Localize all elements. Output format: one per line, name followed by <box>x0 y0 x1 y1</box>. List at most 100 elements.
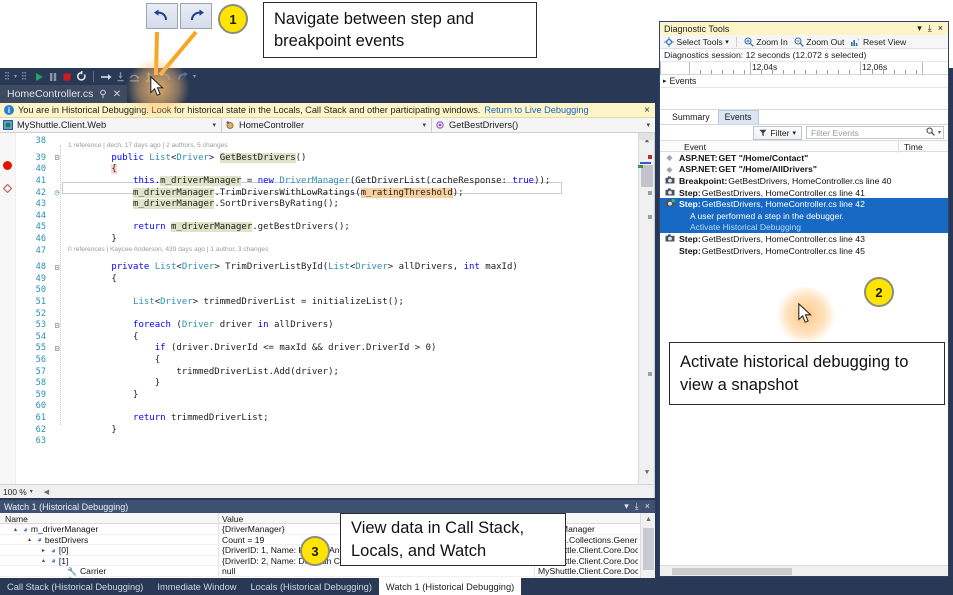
diagnostics-session-text: Diagnostics session: 12 seconds (12.072 … <box>660 49 948 62</box>
code-editor[interactable]: 1 reference | dech, 17 days ago | 2 auth… <box>0 133 655 484</box>
type-dropdown[interactable]: HomeController ▾ <box>222 118 432 132</box>
event-row-6-activate-link[interactable]: Activate Historical Debugging <box>660 221 948 234</box>
diagnostic-toolbar: Select Tools ▾ Zoom In Zoom Out ? Reset … <box>660 35 948 49</box>
watch-value[interactable]: Count = 19 <box>222 535 264 545</box>
event-row-3[interactable]: Step: GetBestDrivers, HomeController.cs … <box>660 187 948 199</box>
code-text: if (driver.DriverId <= maxId && driver.D… <box>154 343 437 354</box>
select-tools-chevron-down-icon: ▾ <box>725 38 729 46</box>
outline-collapse-icon-4[interactable]: ⊟ <box>52 344 62 353</box>
project-dropdown[interactable]: MyShuttle.Client.Web ▾ <box>0 118 222 132</box>
scrollbar-thumb[interactable] <box>641 165 653 187</box>
callout-1-label: Navigate between step and breakpoint eve… <box>274 9 474 50</box>
diag-toolbar-separator <box>735 36 737 47</box>
watch-pin-icon[interactable]: ⤓ <box>635 501 639 512</box>
diagnostics-hscroll-thumb[interactable] <box>672 568 792 575</box>
watch-scrollbar-thumb[interactable] <box>643 528 654 570</box>
outline-collapse-icon[interactable]: ⊟ <box>52 153 62 162</box>
diag-close-icon[interactable]: × <box>938 23 943 34</box>
step-into-button[interactable] <box>98 69 114 84</box>
close-icon[interactable]: ✕ <box>113 89 121 100</box>
events-track-chevron-right-icon[interactable]: ▸ <box>663 77 667 85</box>
watch-name: [0] <box>58 545 69 556</box>
diag-dropdown-icon[interactable]: ▾ <box>917 23 922 34</box>
event-row-0[interactable]: ◆ ASP.NET: GET "/Home/Contact" <box>660 152 948 164</box>
mouse-cursor-1 <box>150 76 164 96</box>
diagnostics-horizontal-scrollbar[interactable] <box>660 565 948 576</box>
filter-events-input[interactable]: Filter Events ▾ <box>806 126 944 139</box>
stop-debugging-button[interactable] <box>60 69 74 84</box>
select-tools-button[interactable]: Select Tools ▾ <box>664 37 729 47</box>
event-row-4-selected[interactable]: Step: GetBestDrivers, HomeController.cs … <box>660 198 948 210</box>
infobar-close-icon[interactable]: × <box>644 105 650 116</box>
event-bold-label: ASP.NET: <box>679 164 718 175</box>
project-dropdown-label: MyShuttle.Client.Web <box>17 120 107 130</box>
tab-watch-1[interactable]: Watch 1 (Historical Debugging) <box>378 578 522 595</box>
screenshot-root: 1 Navigate between step and breakpoint e… <box>0 0 953 595</box>
event-row-7[interactable]: Step: GetBestDrivers, HomeController.cs … <box>660 233 948 245</box>
watch-row-name-cell: ▸ ◕ [0] <box>42 545 68 555</box>
watch-value[interactable]: {DriverManager} <box>222 524 285 534</box>
event-row-1[interactable]: ◆ ASP.NET: GET "/Home/AllDrivers" <box>660 164 948 176</box>
expander-icon[interactable]: ▴ <box>14 526 20 533</box>
tab-events[interactable]: Events <box>717 110 759 124</box>
breakpoint-icon[interactable] <box>3 161 12 170</box>
event-row-2[interactable]: Breakpoint: GetBestDrivers, HomeControll… <box>660 175 948 187</box>
ruler-tick <box>827 70 828 74</box>
scrollbar-down-arrow[interactable]: ▼ <box>639 465 654 478</box>
expander-icon[interactable]: ▴ <box>42 557 48 564</box>
watch-row-4[interactable]: 🔧 Carrier null MyShuttle.Client.Core.Doc… <box>0 566 640 577</box>
watch-scroll-up-arrow[interactable]: ▲ <box>641 513 656 526</box>
watch-value[interactable]: null <box>222 566 235 576</box>
filter-dropdown-chevron-icon[interactable]: ▾ <box>938 129 943 136</box>
tab-locals[interactable]: Locals (Historical Debugging) <box>243 578 378 595</box>
diagnostics-events-track[interactable]: ▸ Events <box>660 75 948 88</box>
diagnostic-tools-title: Diagnostic Tools <box>664 23 730 34</box>
tab-summary[interactable]: Summary <box>666 111 716 124</box>
codelens-line-48[interactable]: 0 references | Kaycee Anderson, 439 days… <box>68 246 268 253</box>
continue-button[interactable] <box>32 69 46 84</box>
column-header-name[interactable]: Name <box>5 514 28 524</box>
reset-view-button[interactable]: ? Reset View <box>850 37 906 47</box>
toolbar-dropdown-1[interactable]: ▾ <box>12 69 19 84</box>
grip-icon-2 <box>22 71 27 79</box>
restart-button[interactable] <box>74 69 89 84</box>
callout-text-2: Activate historical debugging to view a … <box>669 342 945 405</box>
tab-immediate-window[interactable]: Immediate Window <box>150 578 243 595</box>
editor-splitter-handle[interactable] <box>639 133 653 140</box>
outline-collapse-icon-3[interactable]: ⊟ <box>52 321 62 330</box>
filter-button[interactable]: Filter ▾ <box>753 125 802 140</box>
break-all-button[interactable] <box>46 69 60 84</box>
return-to-live-debugging-link[interactable]: Return to Live Debugging <box>484 105 588 115</box>
member-dropdown[interactable]: GetBestDrivers() ▾ <box>432 118 655 132</box>
diagnostics-timeline-ruler[interactable]: 12.04s 12.06s <box>660 62 948 75</box>
expander-icon[interactable]: ▸ <box>42 547 48 554</box>
magnifier-icon[interactable] <box>926 127 938 138</box>
expander-icon[interactable]: ▴ <box>28 536 34 543</box>
zoom-in-button[interactable]: Zoom In <box>744 37 788 47</box>
watch-close-icon[interactable]: × <box>645 501 650 512</box>
zoom-level-dropdown[interactable]: 100 % ▾ <box>3 487 33 497</box>
column-header-event[interactable]: Event <box>684 142 706 152</box>
event-row-8[interactable]: Step: GetBestDrivers, HomeController.cs … <box>660 245 948 257</box>
codelens-line-39[interactable]: 1 reference | dech, 17 days ago | 2 auth… <box>68 142 228 149</box>
events-track-label: Events <box>669 76 697 86</box>
activate-historical-debugging-link[interactable]: Activate Historical Debugging <box>690 222 801 232</box>
diag-pin-icon[interactable]: ⤓ <box>928 23 932 34</box>
tab-call-stack[interactable]: Call Stack (Historical Debugging) <box>0 578 150 595</box>
step-back-button[interactable] <box>146 3 178 29</box>
outline-collapse-icon-2[interactable]: ⊟ <box>52 263 62 272</box>
snapshot-camera-icon <box>665 187 674 196</box>
toolbar-grip-2 <box>19 69 29 84</box>
hscroll-left-arrow[interactable]: ◀ <box>44 488 49 496</box>
column-header-time[interactable]: Time <box>904 142 923 152</box>
document-tab-homecontroller[interactable]: HomeController.cs ⚲ ✕ <box>0 85 128 103</box>
editor-vertical-scrollbar[interactable]: ▲ ▼ <box>638 133 654 484</box>
zoom-out-button[interactable]: Zoom Out <box>794 37 844 47</box>
watch-dropdown-icon[interactable]: ▾ <box>624 501 629 512</box>
filter-button-label: Filter <box>770 127 790 138</box>
ruler-tick <box>894 70 895 74</box>
watch-value[interactable]: {DriverID: 2, Name: Deborah Chen} <box>222 556 357 566</box>
column-header-value[interactable]: Value <box>222 514 243 524</box>
step-forward-button[interactable] <box>180 3 212 29</box>
pin-icon[interactable]: ⚲ <box>99 89 106 100</box>
